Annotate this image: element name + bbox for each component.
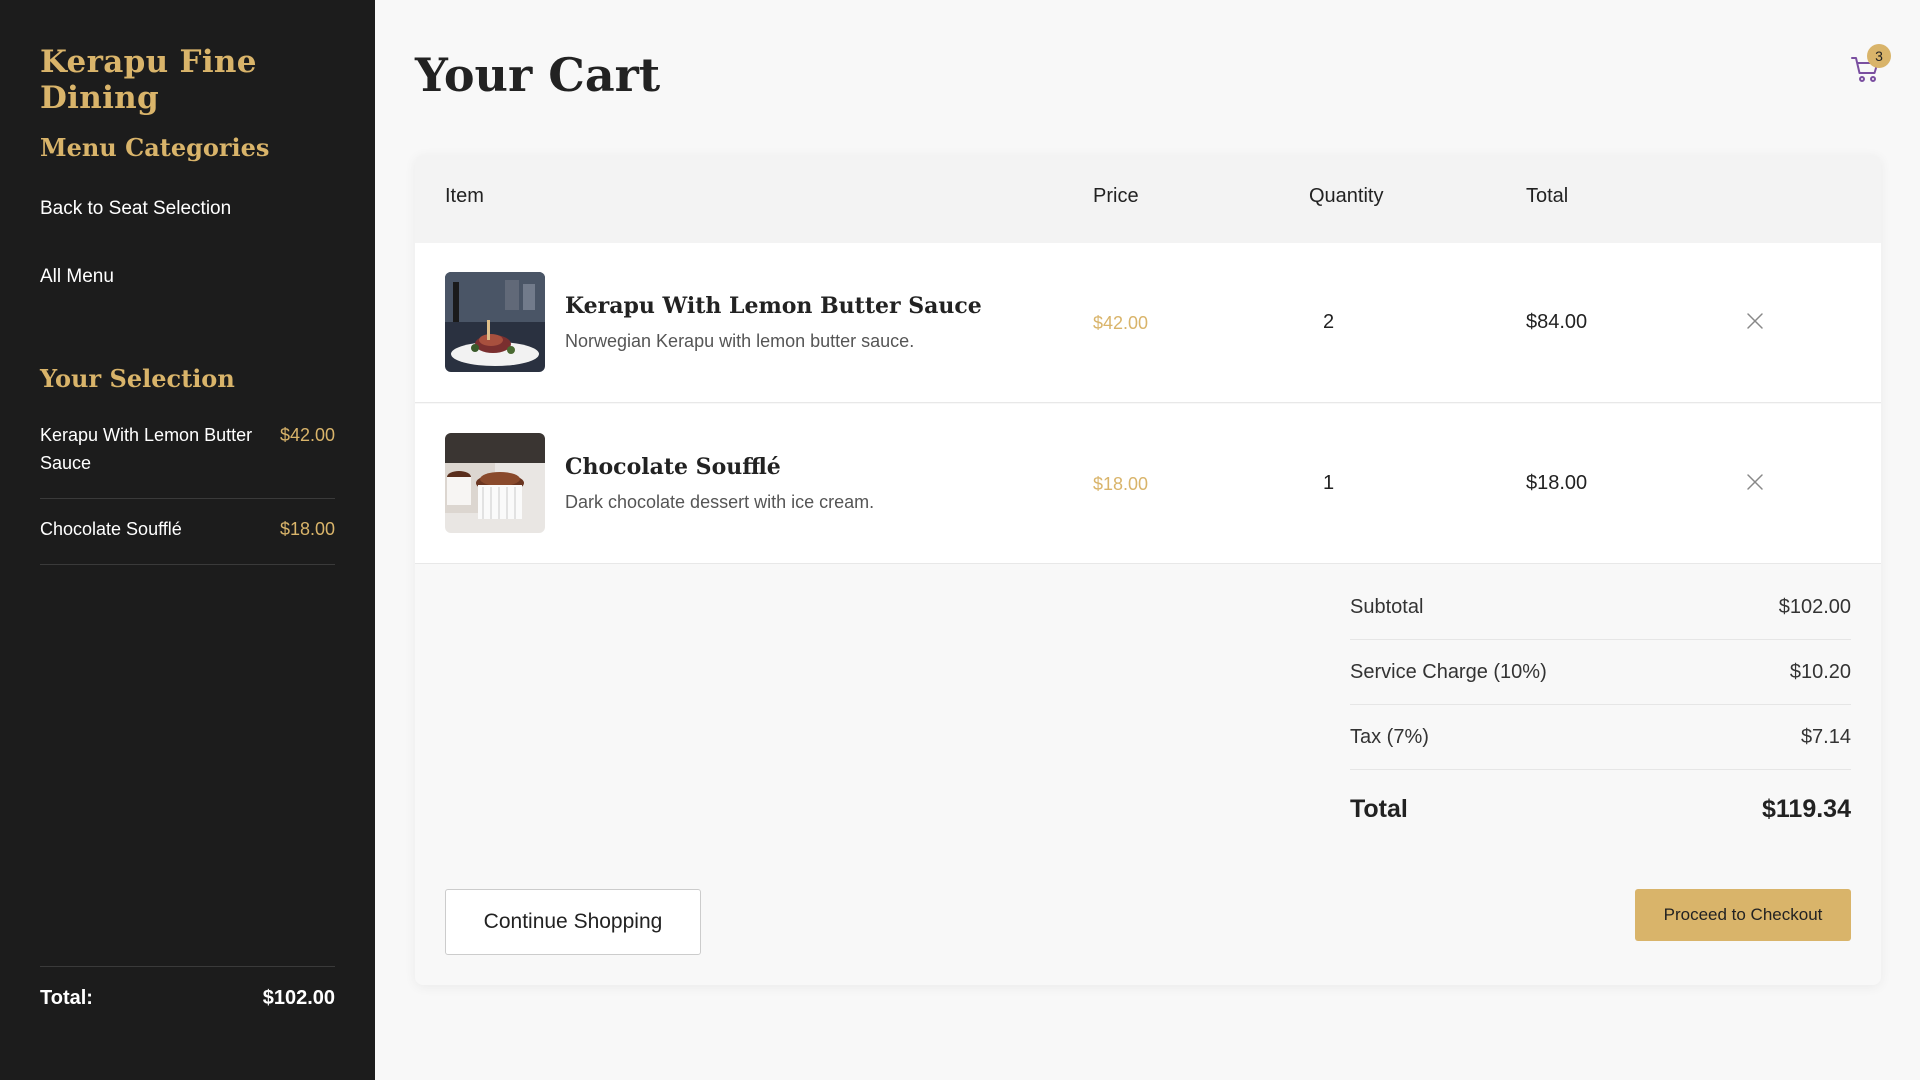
- grand-total-value: $119.34: [1762, 794, 1851, 823]
- selection-item-name: Chocolate Soufflé: [40, 519, 182, 539]
- subtotal-row: Subtotal $102.00: [1350, 575, 1851, 640]
- page-title: Your Cart: [415, 48, 661, 102]
- selection-item: Chocolate Soufflé $18.00: [40, 499, 335, 565]
- item-name[interactable]: Kerapu With Lemon Butter Sauce: [565, 293, 982, 319]
- table-header: Item Price Quantity Total: [415, 155, 1881, 243]
- proceed-to-checkout-button[interactable]: Proceed to Checkout: [1635, 889, 1851, 941]
- service-charge-row: Service Charge (10%) $10.20: [1350, 640, 1851, 705]
- sidebar-total-value: $102.00: [262, 987, 335, 1009]
- table-row: Kerapu With Lemon Butter Sauce Norwegian…: [415, 243, 1881, 403]
- brand-logo[interactable]: Kerapu Fine Dining: [40, 44, 375, 116]
- item-description: Dark chocolate dessert with ice cream.: [565, 492, 875, 512]
- item-price: $42.00: [1093, 313, 1149, 333]
- sidebar-total-label: Total:: [40, 987, 93, 1009]
- item-name[interactable]: Chocolate Soufflé: [565, 454, 781, 480]
- cart-count-badge: 3: [1867, 44, 1891, 68]
- selection-item: Kerapu With Lemon Butter Sauce $42.00: [40, 418, 335, 499]
- sidebar: Kerapu Fine Dining Menu Categories Back …: [0, 0, 375, 1080]
- chocolate-souffle-photo: [445, 433, 545, 533]
- selection-list: Kerapu With Lemon Butter Sauce $42.00 Ch…: [40, 418, 335, 565]
- grand-total-label: Total: [1350, 794, 1408, 823]
- column-header-total: Total: [1526, 185, 1569, 207]
- your-selection-heading: Your Selection: [40, 364, 235, 393]
- subtotal-value: $102.00: [1778, 595, 1851, 618]
- sidebar-total: Total: $102.00: [40, 966, 335, 1010]
- back-to-seat-selection-link[interactable]: Back to Seat Selection: [40, 198, 231, 220]
- item-price: $18.00: [1093, 474, 1149, 494]
- column-header-price: Price: [1093, 185, 1139, 207]
- cart-card: Item Price Quantity Total Kerapu With Le…: [415, 155, 1881, 985]
- column-header-quantity: Quantity: [1309, 185, 1384, 207]
- continue-shopping-button[interactable]: Continue Shopping: [445, 889, 701, 955]
- all-menu-link[interactable]: All Menu: [40, 266, 114, 288]
- item-total: $18.00: [1526, 472, 1588, 494]
- item-description: Norwegian Kerapu with lemon butter sauce…: [565, 331, 915, 351]
- remove-item-icon[interactable]: [1745, 472, 1765, 492]
- column-header-item: Item: [445, 185, 484, 207]
- item-total: $84.00: [1526, 311, 1588, 333]
- grand-total-row: Total $119.34: [1350, 770, 1851, 848]
- selection-item-price: $18.00: [279, 519, 335, 539]
- order-summary: Subtotal $102.00 Service Charge (10%) $1…: [1350, 575, 1851, 848]
- tax-row: Tax (7%) $7.14: [1350, 705, 1851, 770]
- tax-label: Tax (7%): [1350, 725, 1429, 748]
- item-quantity: 2: [1323, 311, 1335, 333]
- menu-categories-heading: Menu Categories: [40, 133, 270, 162]
- table-row: Chocolate Soufflé Dark chocolate dessert…: [415, 404, 1881, 564]
- selection-item-name: Kerapu With Lemon Butter Sauce: [40, 425, 253, 473]
- service-charge-value: $10.20: [1789, 660, 1851, 683]
- tax-value: $7.14: [1800, 725, 1851, 748]
- remove-item-icon[interactable]: [1745, 311, 1765, 331]
- selection-item-price: $42.00: [279, 425, 335, 445]
- item-quantity: 1: [1323, 472, 1335, 494]
- fish-dish-photo: [445, 272, 545, 372]
- service-charge-label: Service Charge (10%): [1350, 660, 1547, 683]
- subtotal-label: Subtotal: [1350, 595, 1424, 618]
